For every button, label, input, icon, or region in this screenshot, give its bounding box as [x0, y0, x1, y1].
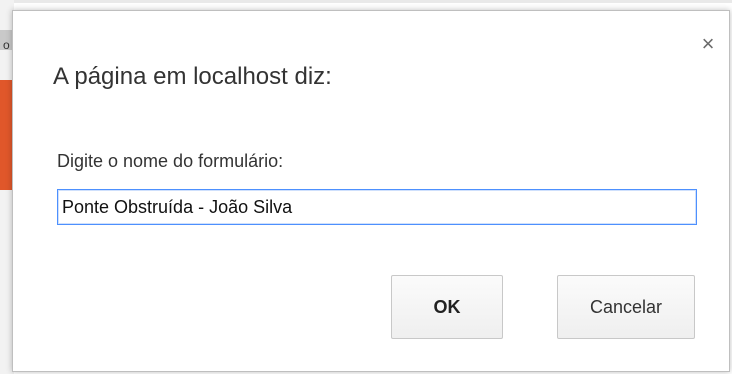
- prompt-dialog: × A página em localhost diz: Digite o no…: [12, 10, 730, 372]
- prompt-label: Digite o nome do formulário:: [57, 151, 284, 171]
- cancel-button[interactable]: Cancelar: [557, 275, 695, 339]
- dialog-title: A página em localhost diz:: [53, 63, 332, 90]
- browser-top-edge: [0, 0, 732, 3]
- ok-button[interactable]: OK: [391, 275, 503, 339]
- background-edge-text: o: [3, 38, 10, 52]
- form-name-input[interactable]: [57, 189, 697, 225]
- close-icon[interactable]: ×: [697, 33, 719, 55]
